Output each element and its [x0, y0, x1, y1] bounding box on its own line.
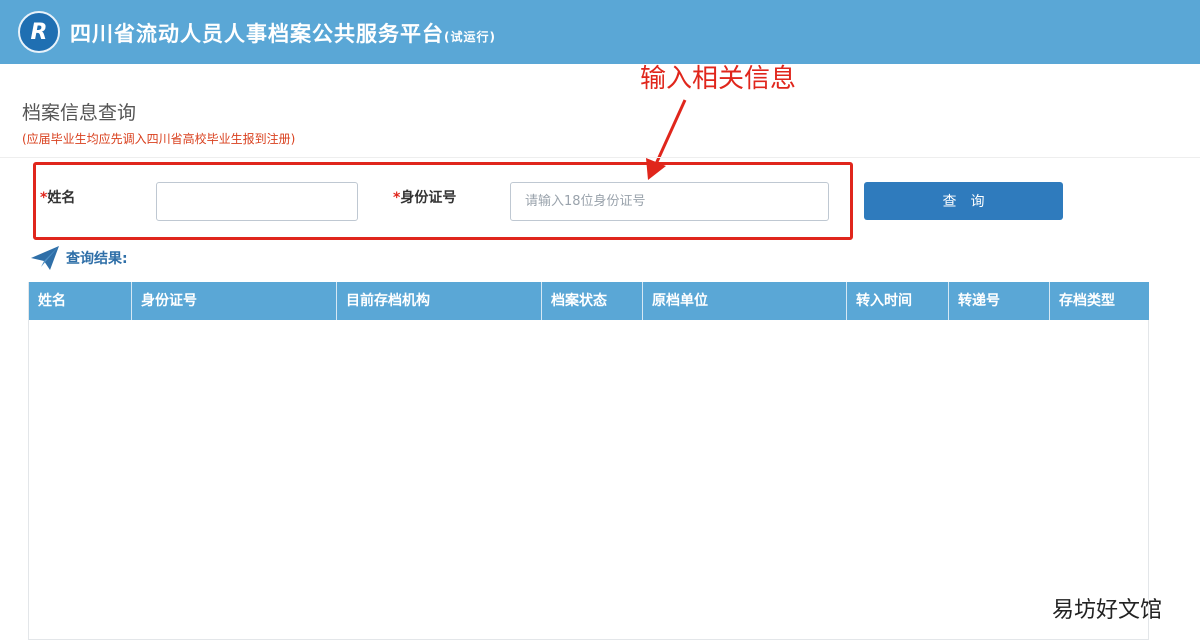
site-title-text: 四川省流动人员人事档案公共服务平台: [70, 22, 444, 46]
name-input[interactable]: [156, 182, 358, 221]
results-title: 查询结果:: [66, 251, 128, 267]
results-header: 查询结果:: [30, 245, 128, 271]
id-number-input[interactable]: [510, 182, 829, 221]
column-header[interactable]: 身份证号: [132, 282, 337, 320]
watermark: 易坊好文馆: [1052, 598, 1163, 623]
annotation-text: 输入相关信息: [640, 64, 797, 94]
page-title: 档案信息查询: [22, 102, 137, 124]
name-label-text: 姓名: [47, 190, 76, 206]
logo[interactable]: R: [18, 11, 60, 53]
column-header[interactable]: 转入时间: [847, 282, 949, 320]
id-label-text: 身份证号: [400, 190, 457, 206]
column-header[interactable]: 转递号: [949, 282, 1050, 320]
table-header: 姓名 身份证号 目前存档机构 档案状态 原档单位 转入时间 转递号 存档类型: [29, 282, 1149, 320]
paper-plane-icon: [31, 246, 59, 270]
divider: [0, 157, 1200, 158]
column-header[interactable]: 目前存档机构: [337, 282, 542, 320]
search-button[interactable]: 查询: [864, 182, 1063, 220]
name-label: *姓名: [40, 187, 75, 207]
column-header[interactable]: 原档单位: [643, 282, 847, 320]
column-header[interactable]: 姓名: [29, 282, 132, 320]
column-header[interactable]: 存档类型: [1050, 282, 1149, 320]
results-table: 姓名 身份证号 目前存档机构 档案状态 原档单位 转入时间 转递号 存档类型: [28, 282, 1149, 640]
site-header: R 四川省流动人员人事档案公共服务平台(试运行): [0, 0, 1200, 64]
page-note: (应届毕业生均应先调入四川省高校毕业生报到注册): [22, 132, 296, 146]
id-label: *身份证号: [393, 187, 456, 207]
column-header[interactable]: 档案状态: [542, 282, 643, 320]
site-title: 四川省流动人员人事档案公共服务平台(试运行): [70, 18, 496, 48]
site-title-suffix: (试运行): [444, 30, 496, 44]
